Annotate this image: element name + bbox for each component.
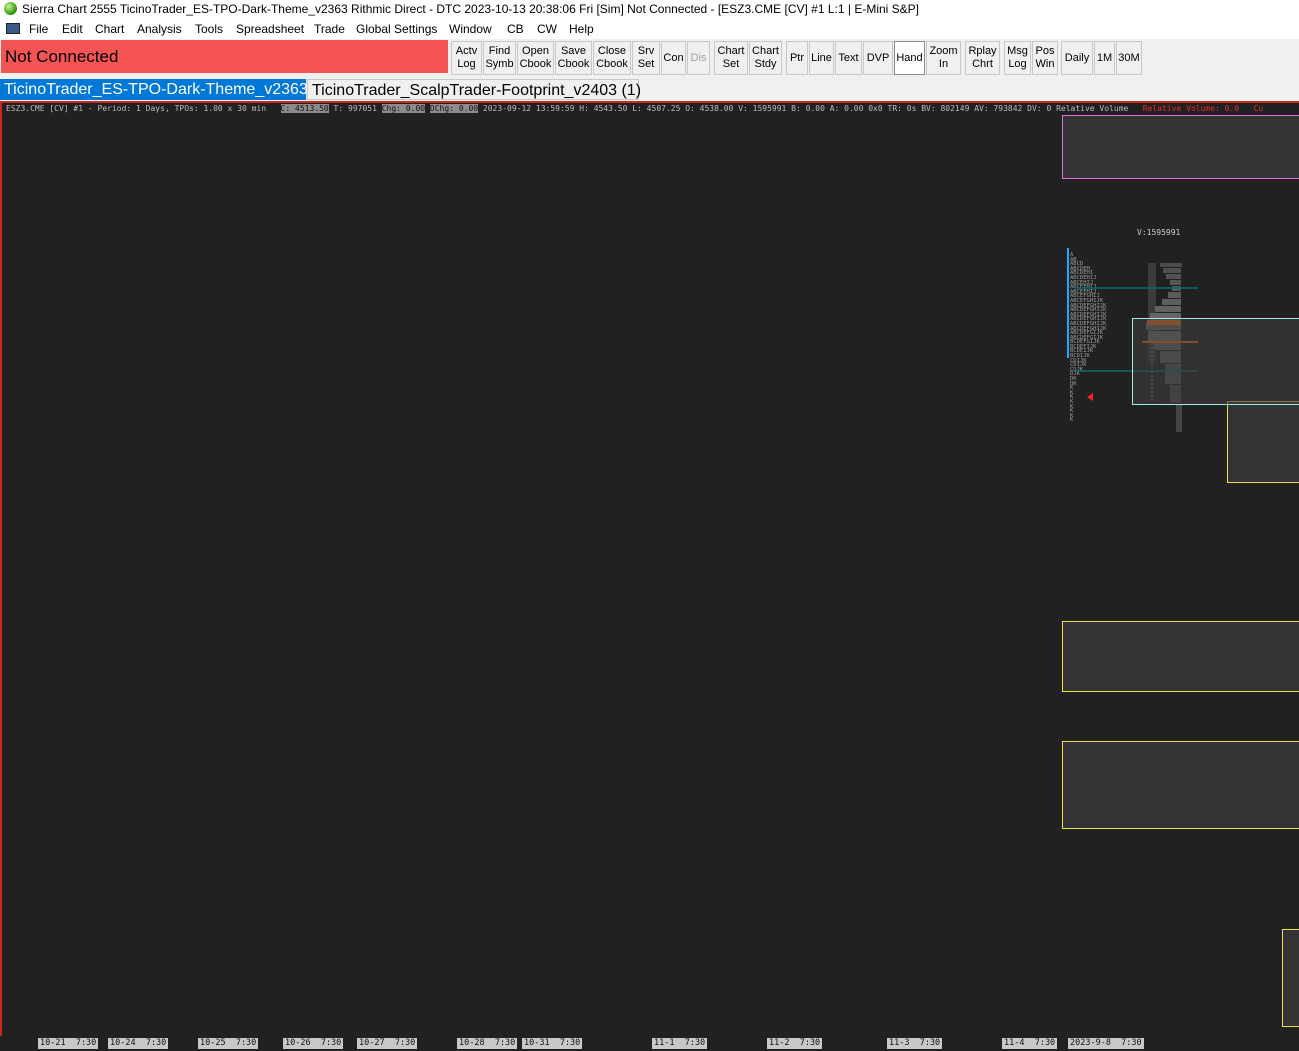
menu-global-settings[interactable]: Global Settings xyxy=(356,22,437,36)
menu-cb[interactable]: CB xyxy=(507,22,524,36)
time-axis-tick: 10-24 7:30 xyxy=(108,1038,169,1049)
disconnect-button[interactable]: Dis xyxy=(687,41,710,75)
menu-trade[interactable]: Trade xyxy=(314,22,345,36)
find-symbol-button[interactable]: Find Symb xyxy=(483,41,516,75)
window-title: Sierra Chart 2555 TicinoTrader_ES-TPO-Da… xyxy=(22,2,920,16)
menu-cw[interactable]: CW xyxy=(537,22,557,36)
time-axis-tick: 11-1 7:30 xyxy=(652,1038,708,1049)
connect-button[interactable]: Con xyxy=(661,41,686,75)
time-axis-tick: 10-25 7:30 xyxy=(198,1038,259,1049)
zoom-in-button[interactable]: Zoom In xyxy=(926,41,961,75)
one-minute-timeframe-button[interactable]: 1M xyxy=(1094,41,1115,75)
menu-help[interactable]: Help xyxy=(569,22,594,36)
chart-settings-button[interactable]: Chart Set xyxy=(714,41,748,75)
time-axis-tick: 10-26 7:30 xyxy=(283,1038,344,1049)
menu-chart[interactable]: Chart xyxy=(95,22,124,36)
hand-tool-button[interactable]: Hand xyxy=(894,41,925,75)
dvp-tool-button[interactable]: DVP xyxy=(863,41,893,75)
daily-timeframe-button[interactable]: Daily xyxy=(1061,41,1093,75)
app-globe-icon xyxy=(4,2,17,15)
line-tool-button[interactable]: Line xyxy=(809,41,834,75)
volume-profile-bar xyxy=(1176,404,1182,432)
volume-profile-bar xyxy=(1163,268,1181,273)
connection-status: Not Connected xyxy=(1,40,448,73)
positions-window-button[interactable]: Pos Win xyxy=(1032,41,1058,75)
menu-analysis[interactable]: Analysis xyxy=(137,22,182,36)
message-log-button[interactable]: Msg Log xyxy=(1004,41,1031,75)
menu-bar: File Edit Chart Analysis Tools Spreadshe… xyxy=(0,19,1299,39)
time-axis-tick: 10-31 7:30 xyxy=(522,1038,583,1049)
menu-file[interactable]: File xyxy=(29,22,48,36)
thirty-minute-timeframe-button[interactable]: 30M xyxy=(1116,41,1142,75)
time-axis-tick: 2023-9-8 7:30 xyxy=(1068,1038,1144,1049)
time-axis-tick: 11-3 7:30 xyxy=(887,1038,943,1049)
volume-profile-bar xyxy=(1170,280,1181,285)
volume-profile-bar xyxy=(1160,263,1182,267)
close-price-arrow-icon xyxy=(1087,393,1093,401)
app-menu-icon[interactable] xyxy=(6,23,20,34)
activity-log-button[interactable]: Actv Log xyxy=(451,41,482,75)
save-chartbook-button[interactable]: Save Cbook xyxy=(555,41,592,75)
tpo-overlay xyxy=(1075,263,1198,432)
tab-tpo-dark-theme[interactable]: TicinoTrader_ES-TPO-Dark-Theme_v2363 xyxy=(0,79,308,100)
volume-profile-bar xyxy=(1168,292,1181,298)
server-settings-button[interactable]: Srv Set xyxy=(632,41,660,75)
time-axis-tick: 11-2 7:30 xyxy=(767,1038,823,1049)
volume-profile-bar xyxy=(1162,299,1181,305)
close-chartbook-button[interactable]: Close Cbook xyxy=(593,41,631,75)
menu-window[interactable]: Window xyxy=(449,22,492,36)
time-axis-tick: 10-21 7:30 xyxy=(38,1038,99,1049)
time-axis-tick: 10-27 7:30 xyxy=(357,1038,418,1049)
zone-rectangle-cyan[interactable] xyxy=(1132,318,1299,405)
time-axis-tick: 10-28 7:30 xyxy=(457,1038,518,1049)
replay-chart-button[interactable]: Rplay Chrt xyxy=(965,41,1000,75)
volume-profile-bar xyxy=(1166,274,1181,279)
menu-tools[interactable]: Tools xyxy=(195,22,223,36)
title-bar: Sierra Chart 2555 TicinoTrader_ES-TPO-Da… xyxy=(0,0,1299,19)
menu-edit[interactable]: Edit xyxy=(62,22,83,36)
text-tool-button[interactable]: Text xyxy=(835,41,862,75)
tab-scalptrader-footprint[interactable]: TicinoTrader_ScalpTrader-Footprint_v2403… xyxy=(307,79,641,100)
volume-profile-bar xyxy=(1155,306,1181,312)
time-axis-tick: 11-4 7:30 xyxy=(1002,1038,1058,1049)
open-chartbook-button[interactable]: Open Cbook xyxy=(517,41,554,75)
chart-studies-button[interactable]: Chart Stdy xyxy=(749,41,782,75)
chart-area[interactable]: ESZ3.CME [CV] #1 - Period: 1 Days, TPOs:… xyxy=(0,101,1299,1036)
pointer-tool-button[interactable]: Ptr xyxy=(786,41,808,75)
menu-spreadsheet[interactable]: Spreadsheet xyxy=(236,22,304,36)
